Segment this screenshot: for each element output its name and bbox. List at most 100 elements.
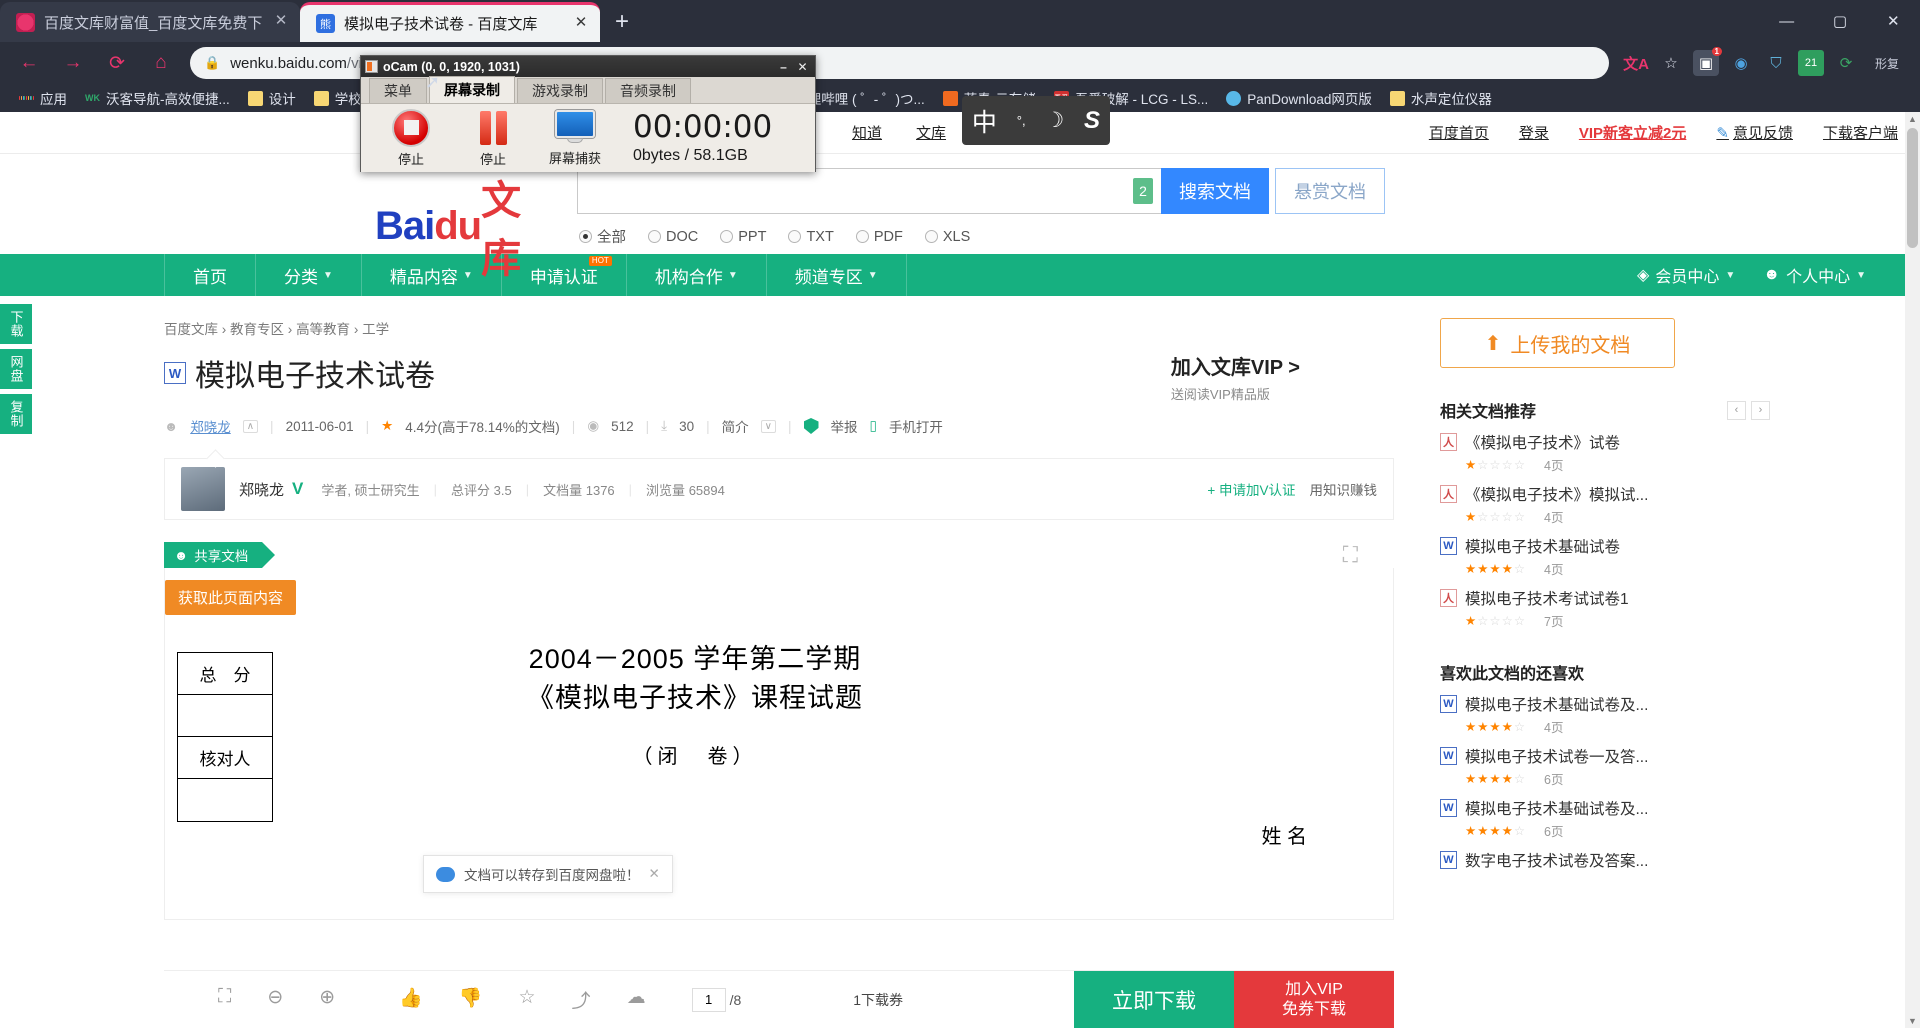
- sogou-ime-floating-bar[interactable]: 中 °, ☽ S: [962, 96, 1110, 145]
- join-vip-button[interactable]: 加入VIP 免券下载: [1234, 970, 1394, 1028]
- doc-author-link[interactable]: 郑晓龙: [190, 416, 231, 436]
- sync-icon[interactable]: ⟳: [1833, 50, 1859, 76]
- nav-wenku[interactable]: 文库: [916, 122, 946, 143]
- scrollbar-thumb[interactable]: [1907, 128, 1918, 248]
- breadcrumb-item-0[interactable]: 百度文库: [164, 322, 218, 337]
- cloud-save-icon[interactable]: ☁: [627, 986, 646, 1013]
- author-expand-icon[interactable]: ∧: [242, 419, 259, 433]
- thumbs-down-icon[interactable]: 👎: [459, 986, 483, 1013]
- list-item[interactable]: 人《模拟电子技术》模拟试... ★☆☆☆☆ 4页: [1440, 483, 1770, 526]
- zoom-in-icon[interactable]: ⊕: [319, 986, 335, 1013]
- reload-icon[interactable]: ⟳: [98, 46, 136, 80]
- ocam-tab-game-record[interactable]: 游戏录制: [517, 78, 603, 103]
- bookmark-pandownload[interactable]: PanDownload网页版: [1217, 85, 1381, 111]
- list-item[interactable]: 人《模拟电子技术》试卷 ★☆☆☆☆ 4页: [1440, 431, 1770, 474]
- home-icon[interactable]: ⌂: [142, 46, 180, 80]
- filter-xls[interactable]: XLS: [924, 229, 970, 245]
- close-window-button[interactable]: ✕: [1867, 0, 1920, 42]
- ocam-tab-screen-record[interactable]: 屏幕录制: [429, 76, 515, 103]
- share-icon[interactable]: ⤴: [572, 986, 591, 1013]
- filter-txt[interactable]: TXT: [788, 229, 834, 245]
- browser-tab-2[interactable]: 熊 模拟电子技术试卷 - 百度文库 ✕: [300, 2, 600, 42]
- page-scrollbar[interactable]: ▲ ▼: [1905, 112, 1920, 1028]
- mobile-open-link[interactable]: 手机打开: [889, 416, 943, 436]
- nav-item-institution[interactable]: 机构合作 ▼: [625, 254, 766, 296]
- list-item[interactable]: W 数字电子技术试卷及答案...: [1440, 849, 1770, 871]
- search-button[interactable]: 搜索文档: [1161, 168, 1269, 214]
- filter-all[interactable]: 全部: [579, 226, 626, 247]
- nav-login[interactable]: 登录: [1519, 122, 1549, 143]
- scroll-down-icon[interactable]: ▼: [1908, 1016, 1917, 1026]
- get-page-content-button[interactable]: 获取此页面内容: [165, 580, 297, 615]
- nav-baidu-home[interactable]: 百度首页: [1429, 122, 1489, 143]
- nav-zhidao[interactable]: 知道: [852, 122, 882, 143]
- list-item[interactable]: W 模拟电子技术试卷一及答... ★★★★☆ 6页: [1440, 745, 1770, 788]
- author-name[interactable]: 郑晓龙: [239, 479, 284, 500]
- chevron-left-icon[interactable]: ‹: [1727, 400, 1746, 420]
- nav-member-center[interactable]: ◈ 会员中心 ▼: [1637, 263, 1735, 287]
- ocam-screen-capture-button[interactable]: 屏幕捕获: [547, 109, 603, 167]
- breadcrumb-item-1[interactable]: 教育专区: [230, 322, 284, 337]
- close-icon[interactable]: ✕: [649, 866, 660, 882]
- breadcrumb-item-2[interactable]: 高等教育: [296, 322, 350, 337]
- nav-personal-center[interactable]: ☻ 个人中心 ▼: [1763, 263, 1866, 287]
- apply-verification-link[interactable]: + 申请加V认证: [1207, 479, 1295, 499]
- new-tab-button[interactable]: +: [600, 2, 644, 42]
- expand-icon[interactable]: ⛶: [1343, 542, 1358, 568]
- ime-punctuation-icon[interactable]: °,: [1017, 113, 1026, 128]
- fullscreen-icon[interactable]: ⛶: [218, 986, 231, 1013]
- close-icon[interactable]: ✕: [272, 13, 290, 31]
- bounty-doc-button[interactable]: 悬赏文档: [1275, 168, 1385, 214]
- scroll-up-icon[interactable]: ▲: [1908, 114, 1917, 124]
- nav-item-certify[interactable]: 申请认证 HOT: [500, 254, 626, 296]
- ocam-tab-menu[interactable]: 菜单: [369, 78, 427, 103]
- chrome-circle-icon[interactable]: ◉: [1728, 50, 1754, 76]
- nav-item-channel[interactable]: 频道专区 ▼: [765, 254, 907, 296]
- screenshot-icon[interactable]: ▣ 1: [1693, 47, 1722, 76]
- profile-icon[interactable]: 形复: [1868, 50, 1906, 76]
- report-link[interactable]: 举报: [831, 416, 858, 436]
- list-item[interactable]: W 模拟电子技术基础试卷及... ★★★★☆ 4页: [1440, 693, 1770, 736]
- zoom-out-icon[interactable]: ⊖: [267, 986, 283, 1013]
- vip-join-block[interactable]: 加入文库VIP > 送阅读VIP精品版: [1171, 351, 1300, 403]
- share-doc-tag[interactable]: ☻ 共享文档: [164, 542, 276, 568]
- doc-intro-label[interactable]: 简介: [722, 416, 749, 436]
- filter-pdf[interactable]: PDF: [855, 229, 903, 245]
- upload-document-button[interactable]: ⬆ 上传我的文档: [1440, 318, 1675, 368]
- close-icon[interactable]: ✕: [572, 14, 590, 33]
- ocam-minimize-button[interactable]: –: [775, 59, 792, 74]
- ocam-pause-button[interactable]: 停止: [465, 109, 521, 168]
- filter-ppt[interactable]: PPT: [720, 229, 766, 245]
- thumbs-up-icon[interactable]: 👍: [399, 986, 423, 1013]
- bookmark-wk[interactable]: WK 沃客导航-高效便捷...: [76, 85, 239, 111]
- intro-chevron-down-icon[interactable]: ∨: [760, 419, 776, 433]
- bookmark-star-icon[interactable]: ☆: [1658, 50, 1684, 76]
- nav-item-premium[interactable]: 精品内容 ▼: [360, 254, 501, 296]
- back-icon[interactable]: ←: [10, 46, 48, 80]
- search-input[interactable]: [578, 169, 1161, 213]
- rail-download[interactable]: 下载: [0, 304, 32, 344]
- bookmark-hydrophone[interactable]: 水声定位仪器: [1381, 85, 1501, 111]
- ocam-close-button[interactable]: ✕: [794, 59, 811, 74]
- maximize-button[interactable]: ▢: [1813, 0, 1866, 42]
- page-input[interactable]: [691, 987, 726, 1012]
- sogou-logo-icon[interactable]: S: [1084, 107, 1100, 135]
- list-item[interactable]: 人模拟电子技术考试试卷1 ★☆☆☆☆ 7页: [1440, 587, 1770, 630]
- ocam-tab-audio-record[interactable]: 音频录制: [605, 78, 691, 103]
- rail-netdisk[interactable]: 网盘: [0, 349, 32, 389]
- ime-moon-icon[interactable]: ☽: [1045, 108, 1064, 133]
- bookmark-apps[interactable]: 应用: [10, 85, 76, 111]
- ocam-stop-button[interactable]: 停止: [383, 108, 439, 168]
- download-now-button[interactable]: 立即下载: [1074, 970, 1234, 1028]
- browser-tab-1[interactable]: 百度文库财富值_百度文库免费下 ✕: [0, 2, 300, 42]
- nav-item-category[interactable]: 分类 ▼: [255, 254, 361, 296]
- earn-money-link[interactable]: 用知识赚钱: [1310, 479, 1378, 499]
- shield-icon[interactable]: ⛉: [1763, 50, 1789, 76]
- list-item[interactable]: W 模拟电子技术基础试卷及... ★★★★☆ 6页: [1440, 797, 1770, 840]
- breadcrumb-item-3[interactable]: 工学: [362, 322, 389, 337]
- nav-vip-promo[interactable]: VIP新客立减2元: [1579, 122, 1687, 143]
- calendar-icon[interactable]: 21: [1798, 50, 1824, 76]
- filter-doc[interactable]: DOC: [648, 229, 698, 245]
- ime-mode-icon[interactable]: 中: [972, 103, 997, 139]
- chevron-right-icon[interactable]: ›: [1751, 400, 1770, 420]
